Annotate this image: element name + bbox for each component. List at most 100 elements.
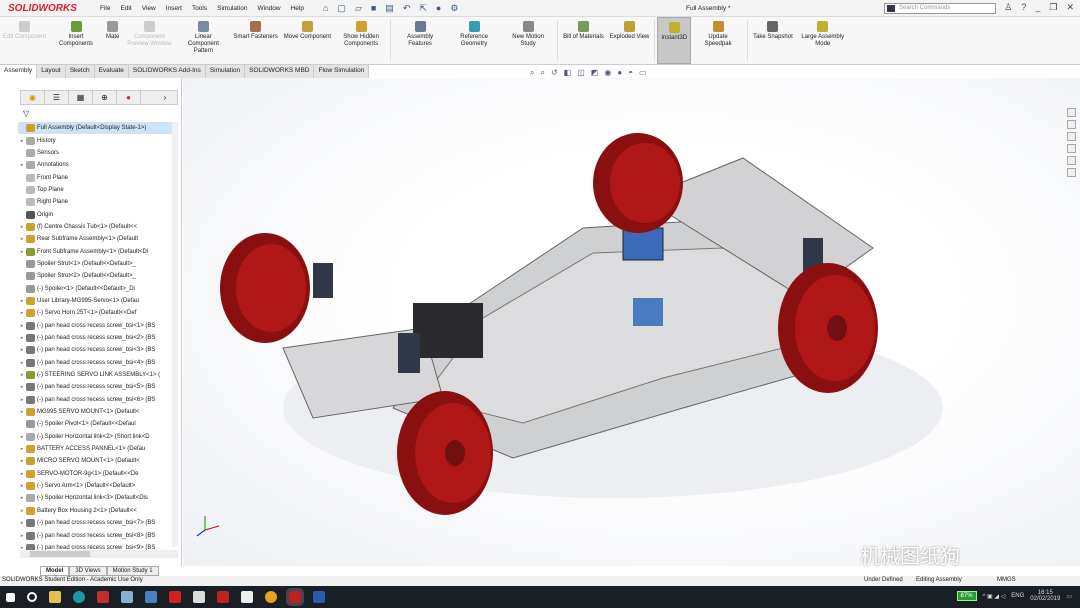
feature-manager-tab-icon[interactable]: ◉: [21, 91, 45, 104]
search-icon[interactable]: [27, 592, 37, 602]
resources-icon[interactable]: [1067, 108, 1076, 117]
ribbon-linear-component-pattern-button[interactable]: Linear Component Pattern: [176, 17, 230, 64]
tree-item[interactable]: ▸ (f) Centre Chassis Tub<1> (Default<<: [18, 221, 172, 233]
tree-item[interactable]: Sensors: [18, 147, 172, 159]
ribbon-mate-button[interactable]: Mate: [103, 17, 122, 64]
arduino-icon[interactable]: [73, 591, 85, 603]
expand-arrow-icon[interactable]: ▸: [18, 520, 26, 526]
ribbon-take-snapshot-button[interactable]: Take Snapshot: [750, 17, 796, 64]
ribbon-smart-fasteners-button[interactable]: Smart Fasteners: [230, 17, 280, 64]
tree-horizontal-scrollbar[interactable]: [20, 550, 178, 558]
tree-item[interactable]: (-) Spoiler Pivot<1> (Default<<Defaul: [18, 418, 172, 430]
tree-item[interactable]: ▸ Front Subframe Assembly<1> (Default<Di: [18, 245, 172, 257]
expand-arrow-icon[interactable]: ▸: [18, 335, 26, 341]
graphics-viewport[interactable]: [183, 78, 1080, 566]
tree-item[interactable]: ▸ (-) pan head cross recess screw_bsi<3> …: [18, 344, 172, 356]
menu-insert[interactable]: Insert: [166, 5, 182, 12]
word-icon[interactable]: [313, 591, 325, 603]
view-palette-icon[interactable]: [1067, 144, 1076, 153]
previous-view-icon[interactable]: ↺: [551, 68, 558, 78]
menu-edit[interactable]: Edit: [120, 5, 131, 12]
acrobat-icon[interactable]: [169, 591, 181, 603]
start-icon[interactable]: [6, 592, 15, 602]
ribbon-new-motion-study-button[interactable]: New Motion Study: [501, 17, 555, 64]
tab-evaluate[interactable]: Evaluate: [94, 65, 129, 78]
undo-icon[interactable]: ↶: [403, 3, 411, 14]
menu-window[interactable]: Window: [257, 5, 280, 12]
tree-item[interactable]: ▸ History: [18, 134, 172, 146]
expand-arrow-icon[interactable]: ▸: [18, 508, 26, 514]
tree-item[interactable]: (-) Spoiler<1> (Default<<Default>_Di: [18, 282, 172, 294]
edit-appearance-icon[interactable]: ●: [617, 68, 622, 78]
battery-indicator[interactable]: 87%: [956, 591, 977, 601]
tree-item[interactable]: ▸ User Library-MG995-Servo<1> (Defau: [18, 295, 172, 307]
appearances-icon[interactable]: [1067, 156, 1076, 165]
rebuild-icon[interactable]: ●: [436, 3, 441, 14]
tree-item[interactable]: ▸ (-) pan head cross recess screw_bsi<1> …: [18, 320, 172, 332]
tree-item[interactable]: Front Plane: [18, 171, 172, 183]
tree-item[interactable]: ▸ MICRO SERVO MOUNT<1> (Default<: [18, 455, 172, 467]
menu-simulation[interactable]: Simulation: [217, 5, 247, 12]
view-orientation-icon[interactable]: ◫: [577, 68, 585, 78]
tab-simulation[interactable]: Simulation: [205, 65, 246, 78]
options-icon[interactable]: ⚙: [450, 3, 458, 14]
ribbon-edit-component-button[interactable]: Edit Component: [0, 17, 49, 64]
open-icon[interactable]: ▱: [355, 3, 362, 14]
menu-view[interactable]: View: [142, 5, 156, 12]
tray-icons[interactable]: ^ ▣ ◢ ◁: [983, 593, 1006, 600]
tree-item[interactable]: ▸ MG995 SERVO MOUNT<1> (Default<: [18, 406, 172, 418]
app-icon[interactable]: [121, 591, 133, 603]
tree-item[interactable]: ▸ (-) Spoiler Horizontal link<2> (Short l…: [18, 431, 172, 443]
filter-icon[interactable]: ▽: [23, 109, 29, 118]
zoom-area-icon[interactable]: ⌕: [540, 68, 544, 78]
file-explorer-icon[interactable]: [1067, 132, 1076, 141]
expand-arrow-icon[interactable]: ▸: [18, 360, 26, 366]
view-settings-icon[interactable]: ▭: [639, 68, 647, 78]
app-icon[interactable]: [145, 591, 157, 603]
tree-item[interactable]: ▸ (-) pan head cross recess screw_bsi<4> …: [18, 357, 172, 369]
configuration-manager-tab-icon[interactable]: ▦: [69, 91, 93, 104]
dimxpert-tab-icon[interactable]: ⊕: [93, 91, 117, 104]
solidworks-icon[interactable]: [217, 591, 229, 603]
save-icon[interactable]: ■: [371, 3, 376, 14]
expand-arrow-icon[interactable]: ▸: [18, 446, 26, 452]
tab-flow-simulation[interactable]: Flow Simulation: [314, 65, 370, 78]
tree-item[interactable]: ▸ BATTERY ACCESS PANNEL<1> (Defau: [18, 443, 172, 455]
property-manager-tab-icon[interactable]: ☰: [45, 91, 69, 104]
expand-arrow-icon[interactable]: ▸: [18, 347, 26, 353]
close-icon[interactable]: ✕: [1066, 2, 1074, 13]
minimize-icon[interactable]: _: [1035, 2, 1040, 13]
tree-item[interactable]: Full Assembly (Default<Display State-1>): [18, 122, 172, 135]
solidworks-active-icon[interactable]: [286, 588, 304, 606]
expand-arrow-icon[interactable]: ▸: [18, 409, 26, 415]
tree-item[interactable]: ▸ Rear Subframe Assembly<1> (Default: [18, 233, 172, 245]
ribbon-component-preview-window-button[interactable]: Component Preview Window: [122, 17, 176, 64]
notifications-icon[interactable]: ▭: [1066, 593, 1072, 600]
expand-arrow-icon[interactable]: ▸: [18, 471, 26, 477]
expand-arrow-icon[interactable]: ▸: [18, 236, 26, 242]
tree-vertical-scrollbar[interactable]: [172, 122, 178, 547]
language-indicator[interactable]: ENG: [1011, 593, 1024, 599]
design-library-icon[interactable]: [1067, 120, 1076, 129]
tree-item[interactable]: Spoiler Strut<2> (Default<<Default>_: [18, 270, 172, 282]
bottom-tab-3d-views[interactable]: 3D Views: [69, 566, 107, 576]
expand-arrow-icon[interactable]: ▸: [18, 533, 26, 539]
expand-arrow-icon[interactable]: ▸: [18, 483, 26, 489]
tree-item[interactable]: ▸ (-) Spoiler Horizontal link<3> (Default…: [18, 492, 172, 504]
file-explorer-icon[interactable]: [49, 591, 61, 603]
tab-assembly[interactable]: Assembly: [0, 65, 38, 78]
tree-item[interactable]: ▸ SERVO-MOTOR-9g<1> (Default<<De: [18, 468, 172, 480]
menu-help[interactable]: Help: [291, 5, 304, 12]
expand-arrow-icon[interactable]: ▸: [18, 397, 26, 403]
menu-file[interactable]: File: [100, 5, 110, 12]
ribbon-large-assembly-mode-button[interactable]: Large Assembly Mode: [796, 17, 850, 64]
ribbon-instant3d-button[interactable]: Instant3D: [657, 17, 692, 64]
new-icon[interactable]: ▢: [337, 3, 346, 14]
scene-icon[interactable]: ◓: [628, 68, 633, 78]
search-commands-input[interactable]: Search Commands: [884, 3, 996, 14]
tab-solidworks-mbd[interactable]: SOLIDWORKS MBD: [245, 65, 315, 78]
expand-arrow-icon[interactable]: ▸: [18, 162, 26, 168]
menu-tools[interactable]: Tools: [192, 5, 207, 12]
chrome-icon[interactable]: [265, 591, 277, 603]
help-icon[interactable]: ?: [1021, 2, 1026, 13]
